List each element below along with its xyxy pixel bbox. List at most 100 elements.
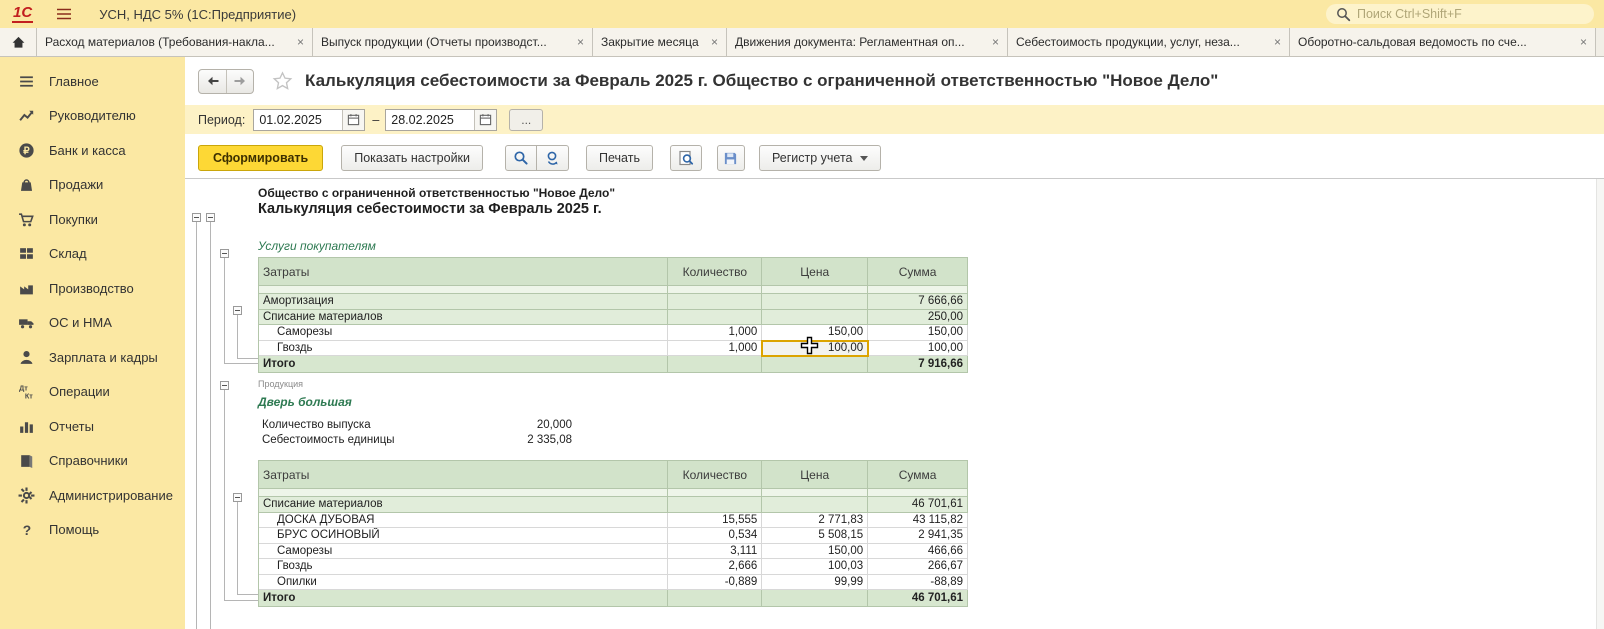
window-title: УСН, НДС 5% (1С:Предприятие) [99,7,296,22]
window-title-bar: 1С УСН, НДС 5% (1С:Предприятие) [0,0,1604,28]
tab-month-closing[interactable]: Закрытие месяца × [593,28,727,56]
table-row: Списание материалов 250,00 [259,310,968,326]
period-options-button[interactable]: ... [509,109,543,131]
floppy-disk-icon [723,151,738,166]
shopping-bag-icon [18,176,35,193]
calendar-button[interactable] [474,110,496,130]
period-to-input[interactable] [386,113,474,127]
search-next-icon [545,150,561,166]
group-expander[interactable] [206,213,215,222]
sidebar-item-fixed-assets[interactable]: ОС и НМА [0,306,185,341]
sidebar-item-bank-cash[interactable]: ₽ Банк и касса [0,133,185,168]
global-search[interactable] [1326,4,1594,24]
sidebar-item-reports[interactable]: Отчеты [0,409,185,444]
group-expander[interactable] [233,493,242,502]
column-header[interactable]: Затраты [259,461,668,489]
svg-text:₽: ₽ [23,146,30,157]
close-icon[interactable]: × [1580,35,1587,49]
debit-credit-icon: ДтКт [18,383,35,400]
tab-trial-balance[interactable]: Оборотно-сальдовая ведомость по сче... × [1290,28,1596,56]
table-total-row: Итого 7 916,66 [259,356,968,373]
group-expander[interactable] [220,381,229,390]
column-header[interactable]: Количество [668,461,762,489]
services-cost-table: Затраты Количество Цена Сумма Амортизаци… [258,257,968,373]
period-dash: – [372,113,379,127]
period-to-field [385,109,497,131]
find-button[interactable] [505,145,537,171]
period-from-field [253,109,365,131]
save-button[interactable] [717,145,745,171]
tab-home[interactable] [0,28,37,56]
column-header[interactable]: Сумма [868,461,968,489]
sidebar-item-production[interactable]: Производство [0,271,185,306]
group-expander[interactable] [220,249,229,258]
column-header[interactable]: Сумма [868,258,968,286]
back-button[interactable] [199,70,226,93]
forward-button[interactable] [226,70,253,93]
close-icon[interactable]: × [297,35,304,49]
sidebar-item-operations[interactable]: ДтКт Операции [0,375,185,410]
search-input[interactable] [1357,7,1584,21]
table-header-row: Затраты Количество Цена Сумма [259,461,968,489]
period-from-input[interactable] [254,113,342,127]
column-header[interactable]: Цена [762,461,868,489]
forward-arrow-icon [232,73,248,89]
question-icon: ? [18,521,35,538]
history-nav [198,69,254,94]
favorite-star-icon[interactable] [272,71,293,92]
column-header[interactable]: Затраты [259,258,668,286]
report-spreadsheet: Общество с ограниченной ответственностью… [185,179,1596,629]
chevron-down-icon [860,156,868,161]
svg-text:?: ? [23,522,31,538]
show-settings-button[interactable]: Показать настройки [341,145,483,171]
stat-row: Себестоимость единицы 2 335,08 [262,432,572,447]
generate-button[interactable]: Сформировать [198,145,323,171]
table-row: Опилки -0,889 99,99 -88,89 [259,575,968,591]
sidebar-item-sales[interactable]: Продажи [0,168,185,203]
section-services-title: Услуги покупателям [258,239,376,253]
svg-text:Кт: Кт [25,392,33,401]
spacer-row [259,489,968,497]
table-row: Списание материалов 46 701,61 [259,497,968,513]
table-total-row: Итого 46 701,61 [259,590,968,607]
close-icon[interactable]: × [711,35,718,49]
sidebar-item-manager[interactable]: Руководителю [0,99,185,134]
sidebar-item-help[interactable]: ? Помощь [0,513,185,548]
report-header-row: Калькуляция себестоимости за Февраль 202… [185,57,1604,105]
sidebar-item-directories[interactable]: Справочники [0,444,185,479]
tab-document-movements[interactable]: Движения документа: Регламентная оп... × [727,28,1008,56]
group-expander[interactable] [192,213,201,222]
report-toolbar: Сформировать Показать настройки Печать Р… [185,143,1604,173]
preview-icon [678,150,694,166]
close-icon[interactable]: × [1274,35,1281,49]
menu-lines-icon [18,73,35,90]
section-product-title: Дверь большая [258,395,352,409]
column-header[interactable]: Количество [668,258,762,286]
report-window: Калькуляция себестоимости за Февраль 202… [185,57,1604,629]
find-next-button[interactable] [537,145,569,171]
sidebar-item-administration[interactable]: Администрирование [0,478,185,513]
sidebar-item-warehouse[interactable]: Склад [0,237,185,272]
calendar-button[interactable] [342,110,364,130]
book-icon [18,452,35,469]
sidebar-item-purchases[interactable]: Покупки [0,202,185,237]
column-header[interactable]: Цена [762,258,868,286]
print-button[interactable]: Печать [586,145,653,171]
tab-material-expense[interactable]: Расход материалов (Требования-накла... × [37,28,313,56]
tab-production-output[interactable]: Выпуск продукции (Отчеты производст... × [313,28,593,56]
print-preview-button[interactable] [670,145,702,171]
sidebar-item-main[interactable]: Главное [0,64,185,99]
sidebar-item-salary-hr[interactable]: Зарплата и кадры [0,340,185,375]
group-expander[interactable] [233,306,242,315]
group-tree-line [237,594,258,595]
close-icon[interactable]: × [992,35,999,49]
report-heading: Калькуляция себестоимости за Февраль 202… [258,201,602,217]
register-dropdown-button[interactable]: Регистр учета [759,145,881,171]
close-icon[interactable]: × [577,35,584,49]
truck-icon [18,314,35,331]
tab-cost-of-production[interactable]: Себестоимость продукции, услуг, неза... … [1008,28,1290,56]
product-cost-table: Затраты Количество Цена Сумма Списание м… [258,460,968,607]
main-menu-icon[interactable] [55,6,73,22]
vertical-scrollbar[interactable] [1596,179,1604,629]
tabbar-filler [1596,28,1604,56]
